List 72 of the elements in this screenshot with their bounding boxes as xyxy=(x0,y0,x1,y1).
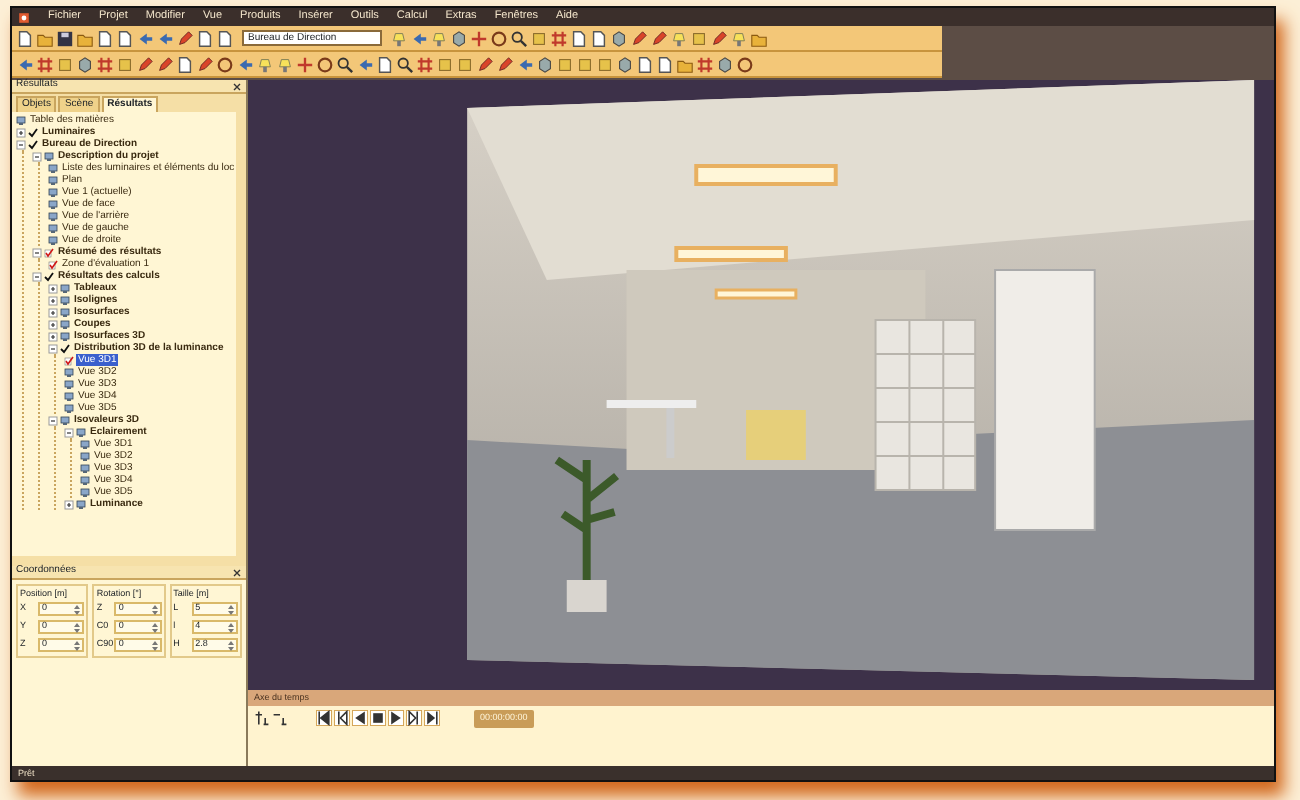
lamp-icon[interactable] xyxy=(670,29,688,47)
arrow-icon[interactable] xyxy=(516,55,534,73)
lamp-icon[interactable] xyxy=(256,55,274,73)
play-reverse-icon[interactable] xyxy=(352,710,368,727)
square-icon[interactable] xyxy=(456,55,474,73)
spin-arrows-icon[interactable] xyxy=(227,603,234,615)
collapse-icon[interactable] xyxy=(48,343,58,353)
checkmark-icon xyxy=(60,343,70,353)
skip-back-icon[interactable] xyxy=(316,710,332,727)
checkmark-icon xyxy=(44,271,54,281)
circle-icon[interactable] xyxy=(216,55,234,73)
lamp-icon[interactable] xyxy=(276,55,294,73)
remove-key-icon[interactable] xyxy=(272,710,288,727)
collapse-icon[interactable] xyxy=(48,415,58,425)
square-icon[interactable] xyxy=(596,55,614,73)
lamp-icon[interactable] xyxy=(730,29,748,47)
spin-arrows-icon[interactable] xyxy=(151,639,158,651)
grid-icon[interactable] xyxy=(696,55,714,73)
lamp-icon[interactable] xyxy=(430,29,448,47)
checked-page-icon xyxy=(64,355,74,365)
circle-icon[interactable] xyxy=(316,55,334,73)
step-back-icon[interactable] xyxy=(334,710,350,727)
step-forward-icon[interactable] xyxy=(406,710,422,727)
spin-arrows-icon[interactable] xyxy=(227,621,234,633)
spin-arrows-icon[interactable] xyxy=(74,621,81,633)
expand-icon[interactable] xyxy=(48,331,58,341)
spin-arrows-icon[interactable] xyxy=(74,603,81,615)
grid-icon[interactable] xyxy=(36,55,54,73)
cross-icon[interactable] xyxy=(470,29,488,47)
arrow-icon[interactable] xyxy=(16,55,34,73)
grid-icon[interactable] xyxy=(550,29,568,47)
magnifier-icon[interactable] xyxy=(396,55,414,73)
expand-icon[interactable] xyxy=(64,499,74,509)
square-icon[interactable] xyxy=(556,55,574,73)
square-icon[interactable] xyxy=(436,55,454,73)
stop-icon[interactable] xyxy=(370,710,386,727)
arrow-icon[interactable] xyxy=(410,29,428,47)
spin-arrows-icon[interactable] xyxy=(151,621,158,633)
lamp-icon[interactable] xyxy=(390,29,408,47)
close-icon[interactable] xyxy=(232,567,242,577)
close-icon[interactable] xyxy=(232,81,242,91)
spin-arrows-icon[interactable] xyxy=(227,639,234,651)
arrow-icon[interactable] xyxy=(236,55,254,73)
collapse-icon[interactable] xyxy=(64,427,74,437)
grid-icon[interactable] xyxy=(416,55,434,73)
circle-icon[interactable] xyxy=(736,55,754,73)
collapse-icon[interactable] xyxy=(16,139,26,149)
square-icon[interactable] xyxy=(576,55,594,73)
expand-icon[interactable] xyxy=(16,127,26,137)
square-icon[interactable] xyxy=(56,55,74,73)
monitor-icon xyxy=(16,115,26,125)
circle-icon[interactable] xyxy=(490,29,508,47)
square-icon[interactable] xyxy=(116,55,134,73)
magnifier-icon[interactable] xyxy=(336,55,354,73)
grid-icon[interactable] xyxy=(96,55,114,73)
spin-arrows-icon[interactable] xyxy=(74,639,81,651)
magnifier-icon[interactable] xyxy=(510,29,528,47)
expand-icon[interactable] xyxy=(48,283,58,293)
arrow-icon[interactable] xyxy=(356,55,374,73)
square-icon[interactable] xyxy=(690,29,708,47)
play-icon[interactable] xyxy=(388,710,404,727)
expand-icon[interactable] xyxy=(48,319,58,329)
collapse-icon[interactable] xyxy=(32,247,42,257)
expand-icon[interactable] xyxy=(48,307,58,317)
spin-arrows-icon[interactable] xyxy=(151,603,158,615)
app-logo-icon xyxy=(18,11,30,23)
collapse-icon[interactable] xyxy=(32,151,42,161)
collapse-icon[interactable] xyxy=(32,271,42,281)
cross-icon[interactable] xyxy=(296,55,314,73)
add-key-icon[interactable] xyxy=(254,710,270,727)
expand-icon[interactable] xyxy=(48,295,58,305)
skip-forward-icon[interactable] xyxy=(424,710,440,727)
